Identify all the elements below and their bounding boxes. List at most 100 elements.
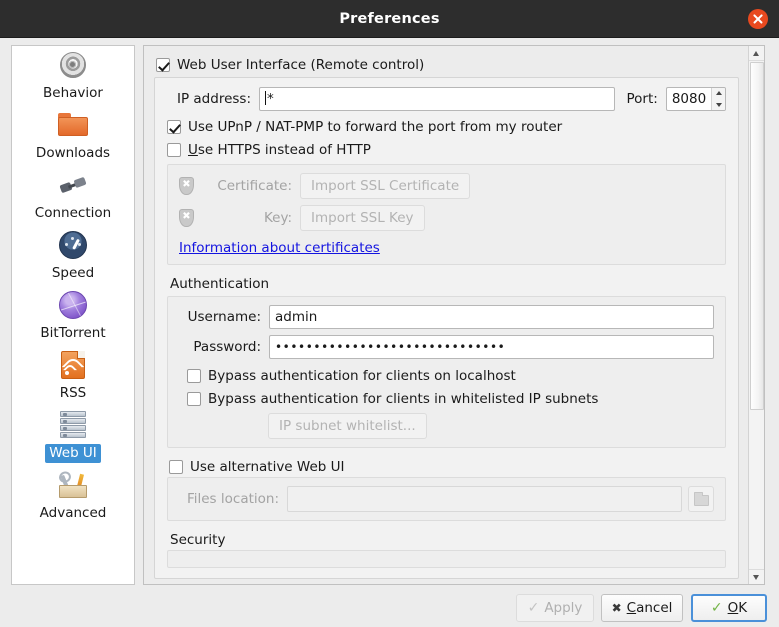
- sidebar-item-label: RSS: [56, 384, 91, 403]
- apply-button[interactable]: ✓ Apply: [516, 594, 594, 622]
- https-row[interactable]: Use HTTPS instead of HTTP: [167, 142, 726, 158]
- alternative-webui-label[interactable]: Use alternative Web UI: [190, 459, 345, 475]
- sidebar-item-label: Behavior: [39, 84, 107, 103]
- folder-icon: [12, 108, 134, 142]
- window-title: Preferences: [0, 0, 779, 38]
- password-label: Password:: [179, 339, 261, 355]
- upnp-row[interactable]: Use UPnP / NAT-PMP to forward the port f…: [167, 119, 726, 135]
- sidebar-item-advanced[interactable]: Advanced: [12, 466, 134, 526]
- scroll-up-icon[interactable]: [749, 46, 764, 61]
- bypass-whitelist-row[interactable]: Bypass authentication for clients in whi…: [187, 391, 714, 407]
- server-rack-icon: [12, 408, 134, 442]
- close-icon[interactable]: [748, 9, 768, 29]
- key-shield-icon: [179, 209, 194, 227]
- upnp-checkbox[interactable]: [167, 120, 181, 134]
- sidebar-item-bittorrent[interactable]: BitTorrent: [12, 286, 134, 346]
- cancel-rest: ancel: [636, 600, 672, 616]
- ip-subnet-whitelist-button[interactable]: IP subnet whitelist...: [268, 413, 427, 439]
- ip-address-input[interactable]: *: [259, 87, 615, 111]
- web-ui-group: IP address: * Port: 8080 Use UPnP / NAT-…: [154, 77, 739, 579]
- bypass-whitelist-label[interactable]: Bypass authentication for clients in whi…: [208, 391, 598, 407]
- sidebar-item-label: BitTorrent: [36, 324, 109, 343]
- gear-icon: [12, 48, 134, 82]
- key-row: Key: Import SSL Key: [179, 205, 714, 231]
- alternative-webui-checkbox[interactable]: [169, 460, 183, 474]
- web-ui-enable-label[interactable]: Web User Interface (Remote control): [177, 57, 424, 73]
- scrollbar-thumb[interactable]: [750, 62, 764, 410]
- cancel-button-label: Cancel: [627, 600, 673, 616]
- whitelist-button-row: IP subnet whitelist...: [268, 413, 714, 439]
- port-label: Port:: [627, 91, 658, 107]
- certificate-label: Certificate:: [204, 178, 292, 194]
- ok-mnemonic: O: [728, 600, 739, 616]
- port-value[interactable]: 8080: [667, 88, 711, 110]
- ip-address-value: *: [267, 91, 274, 107]
- dialog-footer: ✓ Apply ✖ Cancel ✓ OK: [0, 590, 779, 627]
- port-spinner[interactable]: 8080: [666, 87, 726, 111]
- authentication-title: Authentication: [170, 276, 726, 292]
- import-ssl-key-button[interactable]: Import SSL Key: [300, 205, 425, 231]
- ok-button-label: OK: [728, 600, 748, 616]
- plug-icon: [12, 168, 134, 202]
- dialog-body: Behavior Downloads Connection Speed BitT…: [0, 38, 779, 627]
- authentication-group: Username: admin Password: ••••••••••••••…: [167, 296, 726, 448]
- sidebar-item-speed[interactable]: Speed: [12, 226, 134, 286]
- sidebar-item-label: Advanced: [36, 504, 111, 523]
- bypass-whitelist-checkbox[interactable]: [187, 392, 201, 406]
- password-row: Password: ••••••••••••••••••••••••••••••: [179, 335, 714, 359]
- check-icon: ✓: [528, 601, 540, 615]
- cross-icon: ✖: [612, 602, 622, 614]
- https-checkbox[interactable]: [167, 143, 181, 157]
- sidebar-item-behavior[interactable]: Behavior: [12, 46, 134, 106]
- bypass-localhost-row[interactable]: Bypass authentication for clients on loc…: [187, 368, 714, 384]
- web-ui-enable-row[interactable]: Web User Interface (Remote control): [156, 57, 739, 73]
- cancel-button[interactable]: ✖ Cancel: [601, 594, 683, 622]
- rss-feed-icon: [12, 348, 134, 382]
- toolbox-icon: [12, 468, 134, 502]
- import-ssl-certificate-button[interactable]: Import SSL Certificate: [300, 173, 470, 199]
- https-label-rest: se HTTPS instead of HTTP: [198, 142, 371, 158]
- bypass-localhost-label[interactable]: Bypass authentication for clients on loc…: [208, 368, 516, 384]
- security-group: [167, 550, 726, 568]
- https-label-mnemonic: U: [188, 142, 198, 158]
- cancel-mnemonic: C: [627, 600, 636, 616]
- settings-scroll-content: Web User Interface (Remote control) IP a…: [144, 46, 749, 584]
- certificate-shield-icon: [179, 177, 194, 195]
- sidebar-item-label: Downloads: [32, 144, 114, 163]
- alternative-webui-group: Files location:: [167, 477, 726, 521]
- check-icon: ✓: [711, 601, 723, 615]
- port-decrement-icon[interactable]: [712, 99, 725, 110]
- ip-address-row: IP address: * Port: 8080: [167, 87, 726, 111]
- folder-browse-icon[interactable]: [688, 486, 714, 512]
- sidebar: Behavior Downloads Connection Speed BitT…: [11, 45, 135, 585]
- sidebar-item-downloads[interactable]: Downloads: [12, 106, 134, 166]
- scroll-down-icon[interactable]: [749, 569, 764, 584]
- vertical-scrollbar[interactable]: [748, 46, 764, 584]
- speedometer-icon: [12, 228, 134, 262]
- username-row: Username: admin: [179, 305, 714, 329]
- title-bar: Preferences: [0, 0, 779, 38]
- username-input[interactable]: admin: [269, 305, 714, 329]
- sidebar-item-label: Web UI: [45, 444, 101, 463]
- port-increment-icon[interactable]: [712, 88, 725, 99]
- network-icon: [12, 288, 134, 322]
- bypass-localhost-checkbox[interactable]: [187, 369, 201, 383]
- sidebar-item-connection[interactable]: Connection: [12, 166, 134, 226]
- web-ui-enable-checkbox[interactable]: [156, 58, 170, 72]
- ok-rest: K: [738, 600, 747, 616]
- sidebar-item-rss[interactable]: RSS: [12, 346, 134, 406]
- sidebar-item-web-ui[interactable]: Web UI: [12, 406, 134, 466]
- certificates-info-link[interactable]: Information about certificates: [179, 240, 380, 256]
- sidebar-item-label: Connection: [31, 204, 115, 223]
- password-input[interactable]: ••••••••••••••••••••••••••••••: [269, 335, 714, 359]
- username-label: Username:: [179, 309, 261, 325]
- settings-pane: Web User Interface (Remote control) IP a…: [143, 45, 765, 585]
- files-location-input[interactable]: [287, 486, 682, 512]
- ip-address-label: IP address:: [167, 91, 251, 107]
- upnp-label[interactable]: Use UPnP / NAT-PMP to forward the port f…: [188, 119, 562, 135]
- alternative-webui-row[interactable]: Use alternative Web UI: [169, 459, 726, 475]
- https-label[interactable]: Use HTTPS instead of HTTP: [188, 142, 371, 158]
- sidebar-item-label: Speed: [48, 264, 98, 283]
- port-stepper[interactable]: [711, 88, 725, 110]
- ok-button[interactable]: ✓ OK: [691, 594, 767, 622]
